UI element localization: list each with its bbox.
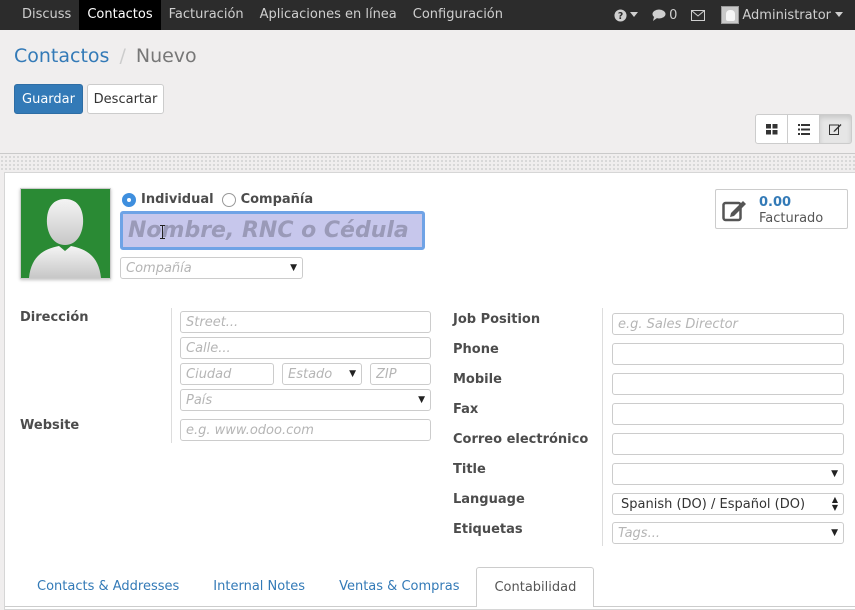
top-navbar: Discuss Contactos Facturación Aplicacion… [0,0,855,30]
edit-icon [722,201,746,222]
country-select[interactable]: País ▼ [180,389,431,411]
list-view-button[interactable] [787,114,820,144]
company-type-selector: Individual Compañía [122,192,321,207]
control-panel: Contactos / Nuevo Guardar Descartar [0,30,855,154]
person-placeholder-icon [29,199,101,278]
radio-individual-label: Individual [141,192,214,207]
job-position-input[interactable] [612,313,844,335]
form-icon [829,124,842,135]
caret-down-icon [835,12,843,17]
avatar [721,6,740,24]
messages-count: 0 [669,7,678,23]
language-label: Language [453,492,525,507]
caret-down-icon [630,12,639,17]
discard-button[interactable]: Descartar [87,84,164,114]
title-label: Title [453,462,486,477]
divider [171,308,172,443]
user-menu[interactable]: Administrator [721,6,843,24]
state-select-placeholder: Estado [288,366,333,382]
mobile-label: Mobile [453,372,502,387]
website-label: Website [20,418,80,433]
language-select[interactable]: Spanish (DO) / Español (DO) ▲ ▼ [612,493,844,515]
sort-arrows-icon: ▲ ▼ [831,495,838,512]
street-input[interactable] [180,311,431,333]
invoiced-value: 0.00 [759,195,792,210]
address-label: Dirección [20,310,89,325]
menu-item-discuss[interactable]: Discuss [0,0,79,30]
job-position-label: Job Position [453,312,541,327]
invoiced-label: Facturado [759,211,824,226]
tab-ventas-compras[interactable]: Ventas & Compras [322,567,476,607]
breadcrumb-current: Nuevo [135,45,197,67]
comment-icon [652,9,666,21]
invoiced-stat-button[interactable]: 0.00 Facturado [715,189,848,229]
caret-down-icon: ▼ [349,369,356,379]
tab-contacts-addresses[interactable]: Contacts & Addresses [20,567,196,607]
tags-label: Etiquetas [453,522,523,537]
mobile-input[interactable] [612,373,844,395]
form-view-button[interactable] [819,114,852,144]
street2-input[interactable] [180,337,431,359]
caret-down-icon: ▼ [418,395,425,405]
breadcrumb-parent[interactable]: Contactos [14,45,109,67]
notebook-tabs: Contacts & Addresses Internal Notes Vent… [20,567,595,607]
tags-placeholder: Tags... [618,525,660,541]
separator-strip [0,155,855,172]
zip-input[interactable] [370,363,431,385]
form-sheet: Individual Compañía Compañía ▼ 0.00 Fact… [4,172,855,610]
save-button[interactable]: Guardar [14,84,83,114]
website-input[interactable] [180,419,431,441]
svg-text:?: ? [618,11,623,22]
email-label: Correo electrónico [453,432,589,447]
text-cursor-icon [160,225,165,239]
phone-label: Phone [453,342,499,357]
radio-company[interactable] [221,192,236,207]
breadcrumb: Contactos / Nuevo [14,45,197,67]
caret-down-icon: ▼ [831,528,838,538]
state-select[interactable]: Estado ▼ [282,363,362,385]
caret-down-icon: ▼ [831,469,838,479]
fax-input[interactable] [612,403,844,425]
radio-individual[interactable] [122,192,136,207]
messages-button[interactable]: 0 [652,8,677,23]
fax-label: Fax [453,402,479,417]
radio-company-label: Compañía [240,192,314,207]
menu-item-facturacion[interactable]: Facturación [161,0,252,30]
company-select-placeholder: Compañía [126,260,192,276]
list-icon [797,123,810,135]
envelope-icon [691,9,706,21]
menu-item-contactos[interactable]: Contactos [79,0,161,30]
view-switcher [755,114,852,144]
company-select[interactable]: Compañía ▼ [120,257,303,279]
contact-photo[interactable] [20,188,111,279]
country-select-placeholder: País [186,392,213,408]
kanban-icon [765,123,777,134]
title-select[interactable]: ▼ [612,463,844,485]
menu-item-configuracion[interactable]: Configuración [405,0,511,30]
question-circle-icon: ? [614,8,627,22]
user-name: Administrator [742,7,831,23]
divider [602,308,603,546]
breadcrumb-separator: / [119,45,126,67]
mail-button[interactable] [691,9,706,21]
menu-item-aplicaciones[interactable]: Aplicaciones en línea [252,0,405,30]
language-value: Spanish (DO) / Español (DO) [621,496,806,512]
tags-select[interactable]: Tags... ▼ [612,522,844,544]
caret-down-icon: ▼ [290,263,297,273]
tab-internal-notes[interactable]: Internal Notes [196,567,322,607]
city-input[interactable] [180,363,274,385]
tab-contabilidad[interactable]: Contabilidad [476,567,595,607]
kanban-view-button[interactable] [755,114,788,144]
help-menu[interactable]: ? [614,8,639,22]
main-menu: Discuss Contactos Facturación Aplicacion… [0,0,511,30]
phone-input[interactable] [612,343,844,365]
name-input[interactable] [120,211,425,250]
email-input[interactable] [612,433,844,455]
systray: ? 0 Administrator [614,0,855,30]
